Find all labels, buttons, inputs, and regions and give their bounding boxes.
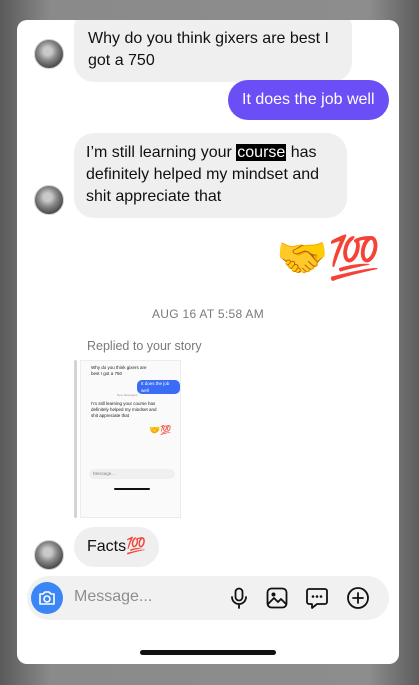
story-mini-text: Why do you think gixers are best I got a… — [91, 365, 147, 376]
message-text: Facts💯 — [87, 538, 147, 555]
replied-to-story-label: Replied to your story — [87, 339, 202, 353]
avatar[interactable] — [34, 540, 64, 570]
date-separator: AUG 16 AT 5:58 AM — [151, 307, 265, 321]
plus-icon[interactable] — [346, 586, 370, 610]
message-composer: Message... — [27, 576, 389, 620]
message-text: I’m still learning your — [86, 144, 237, 161]
story-mini-composer: Message... — [89, 469, 175, 479]
message-text: Why do you think gixers are best I got a… — [88, 30, 329, 69]
camera-button[interactable] — [31, 582, 63, 614]
reply-indicator-line — [74, 360, 77, 518]
message-bubble-sent[interactable]: It does the job well — [228, 80, 389, 120]
story-mini-emoji: 🤝💯 — [149, 425, 172, 435]
story-thumbnail[interactable]: Why do you think gixers are best I got a… — [80, 360, 181, 518]
image-icon[interactable] — [265, 586, 289, 610]
chat-screen: Why do you think gixers are best I got a… — [17, 20, 399, 664]
message-bubble-received[interactable]: Why do you think gixers are best I got a… — [74, 20, 352, 82]
avatar[interactable] — [34, 185, 64, 215]
emoji-message[interactable]: 🤝💯 — [276, 234, 381, 282]
sticker-icon[interactable] — [305, 586, 329, 610]
story-mini-home-bar — [114, 488, 150, 490]
home-indicator — [140, 650, 276, 655]
story-mini-sent: It does the job well — [137, 380, 180, 394]
highlighted-word: course — [236, 144, 287, 161]
message-bubble-received[interactable]: I’m still learning your course has defin… — [74, 133, 347, 218]
story-mini-divider: New Messages — [117, 393, 138, 397]
camera-icon — [39, 591, 55, 605]
microphone-icon[interactable] — [227, 586, 251, 610]
message-bubble-received[interactable]: Facts💯 — [74, 527, 160, 567]
avatar[interactable] — [34, 39, 64, 69]
handshake-hundred-emoji: 🤝💯 — [276, 234, 381, 281]
message-input[interactable]: Message... — [74, 588, 152, 606]
story-mini-text: I’m still learning your course has defin… — [91, 401, 157, 418]
message-text: It does the job well — [242, 91, 375, 108]
